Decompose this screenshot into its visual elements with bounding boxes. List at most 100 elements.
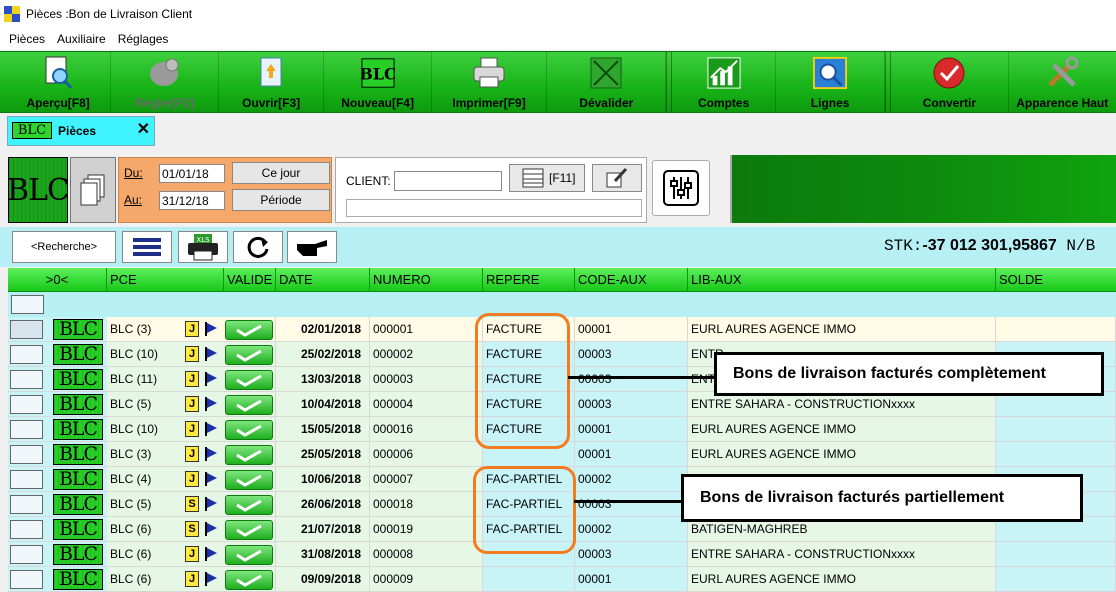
cell-numero: 000008 (370, 542, 483, 567)
client-input[interactable] (394, 171, 502, 191)
client-lookup-button[interactable]: [F11] (509, 164, 585, 192)
cell-lib: EURL AURES AGENCE IMMO (688, 567, 996, 592)
cell-date: 26/06/2018 (276, 492, 370, 517)
pointer-button[interactable] (287, 231, 337, 263)
tab-pieces-label: Pièces (58, 124, 97, 138)
search-button[interactable]: <Recherche> (12, 231, 116, 263)
validated-button[interactable] (225, 545, 273, 565)
validated-button[interactable] (225, 395, 273, 415)
row-select-box[interactable] (10, 370, 43, 389)
col-repere[interactable]: REPERE (483, 268, 575, 292)
col-valide[interactable]: VALIDE (224, 268, 276, 292)
blc-badge: BLC (53, 369, 103, 390)
menu-list-button[interactable] (122, 231, 172, 263)
comptes-button[interactable]: Comptes (672, 52, 776, 112)
convertir-button[interactable]: Convertir (891, 52, 1009, 112)
checkmark-icon (236, 424, 262, 437)
journal-badge: J (185, 446, 199, 462)
filter-panel: BLC Du: 01/01/18 Ce jour Au: 31/12/18 Pé… (0, 155, 1116, 227)
row-select-box[interactable] (10, 470, 43, 489)
col-selector[interactable]: >0< (8, 268, 107, 292)
menu-auxiliaire[interactable]: Auxiliaire (57, 32, 106, 46)
col-date[interactable]: DATE (276, 268, 370, 292)
validated-button[interactable] (225, 570, 273, 590)
devalider-label: Dévalider (579, 96, 634, 110)
tab-pieces[interactable]: BLC Pièces ✕ (7, 116, 155, 146)
nouveau-button[interactable]: BLC Nouveau[F4] (324, 52, 432, 112)
journal-badge: J (185, 321, 199, 337)
validated-button[interactable] (225, 420, 273, 440)
period-button[interactable]: Période (232, 189, 330, 211)
export-xls-button[interactable]: XLS (178, 231, 228, 263)
col-numero[interactable]: NUMERO (370, 268, 483, 292)
refresh-button[interactable] (233, 231, 283, 263)
validated-button[interactable] (225, 370, 273, 390)
cell-date: 25/05/2018 (276, 442, 370, 467)
close-icon[interactable]: ✕ (137, 119, 150, 139)
validated-button[interactable] (225, 520, 273, 540)
row-select-box[interactable] (10, 570, 43, 589)
cell-numero: 000018 (370, 492, 483, 517)
cell-pce: BLC (6) (110, 522, 152, 536)
nouveau-label: Nouveau[F4] (341, 96, 414, 110)
row-select-box[interactable] (10, 520, 43, 539)
validated-button[interactable] (225, 470, 273, 490)
row-select-box[interactable] (10, 495, 43, 514)
row-select-box[interactable] (10, 420, 43, 439)
imprimer-button[interactable]: Imprimer[F9] (432, 52, 548, 112)
row-select-box[interactable] (10, 395, 43, 414)
cell-solde (996, 442, 1116, 467)
lignes-button[interactable]: Lignes (776, 52, 886, 112)
magnifier-doc-icon (41, 56, 75, 90)
cell-date: 31/08/2018 (276, 542, 370, 567)
menu-reglages[interactable]: Réglages (118, 32, 169, 46)
client-edit-button[interactable] (592, 164, 642, 192)
client-name-field[interactable] (346, 199, 642, 217)
col-solde[interactable]: SOLDE (996, 268, 1116, 292)
row-select-box[interactable] (10, 345, 43, 364)
validated-button[interactable] (225, 445, 273, 465)
apparence-button[interactable]: Apparence Haut (1009, 52, 1116, 112)
row-select-box[interactable] (10, 545, 43, 564)
grid-header: >0< PCE VALIDE DATE NUMERO REPERE CODE-A… (8, 268, 1116, 292)
edit-icon (606, 167, 628, 188)
validated-button[interactable] (225, 345, 273, 365)
cell-repere (483, 567, 575, 592)
ouvrir-button[interactable]: Ouvrir[F3] (219, 52, 325, 112)
filter-checkbox[interactable] (11, 295, 44, 314)
copy-docs-button[interactable] (70, 157, 116, 223)
flag-icon (205, 347, 217, 361)
col-pce[interactable]: PCE (107, 268, 224, 292)
menu-pieces[interactable]: Pièces (9, 32, 45, 46)
header-band (730, 155, 1116, 223)
col-lib-aux[interactable]: LIB-AUX (688, 268, 996, 292)
checkmark-icon (236, 574, 262, 587)
date-range-panel: Du: 01/01/18 Ce jour Au: 31/12/18 Périod… (118, 157, 332, 223)
row-select-box[interactable] (10, 445, 43, 464)
cell-solde (996, 567, 1116, 592)
filter-settings-button[interactable] (652, 160, 710, 216)
col-code-aux[interactable]: CODE-AUX (575, 268, 688, 292)
validated-button[interactable] (225, 320, 273, 340)
from-label: Du: (124, 166, 143, 180)
to-date-input[interactable]: 31/12/18 (159, 191, 225, 210)
devalider-button[interactable]: Dévalider (547, 52, 667, 112)
from-date-input[interactable]: 01/01/18 (159, 164, 225, 183)
checkmark-icon (236, 499, 262, 512)
annotation-oval-complete (475, 313, 570, 449)
annotation-partial: Bons de livraison facturés partiellement (681, 474, 1083, 522)
row-select-box[interactable] (10, 320, 43, 339)
convertir-label: Convertir (922, 96, 977, 110)
regler-label: Régler[F2] (134, 96, 195, 110)
today-button[interactable]: Ce jour (232, 162, 330, 184)
apparence-label: Apparence Haut (1016, 96, 1109, 110)
validated-button[interactable] (225, 495, 273, 515)
apercu-button[interactable]: Aperçu[F8] (6, 52, 112, 112)
table-row[interactable]: BLC (6) 09/09/2018 000009 00001 EURL AURES A… (8, 567, 1116, 592)
flag-icon (205, 397, 217, 411)
convert-icon (932, 56, 966, 90)
blc-badge: BLC (53, 494, 103, 515)
regler-button[interactable]: Régler[F2] (111, 52, 219, 112)
refresh-icon (247, 236, 269, 258)
comptes-label: Comptes (697, 96, 750, 110)
